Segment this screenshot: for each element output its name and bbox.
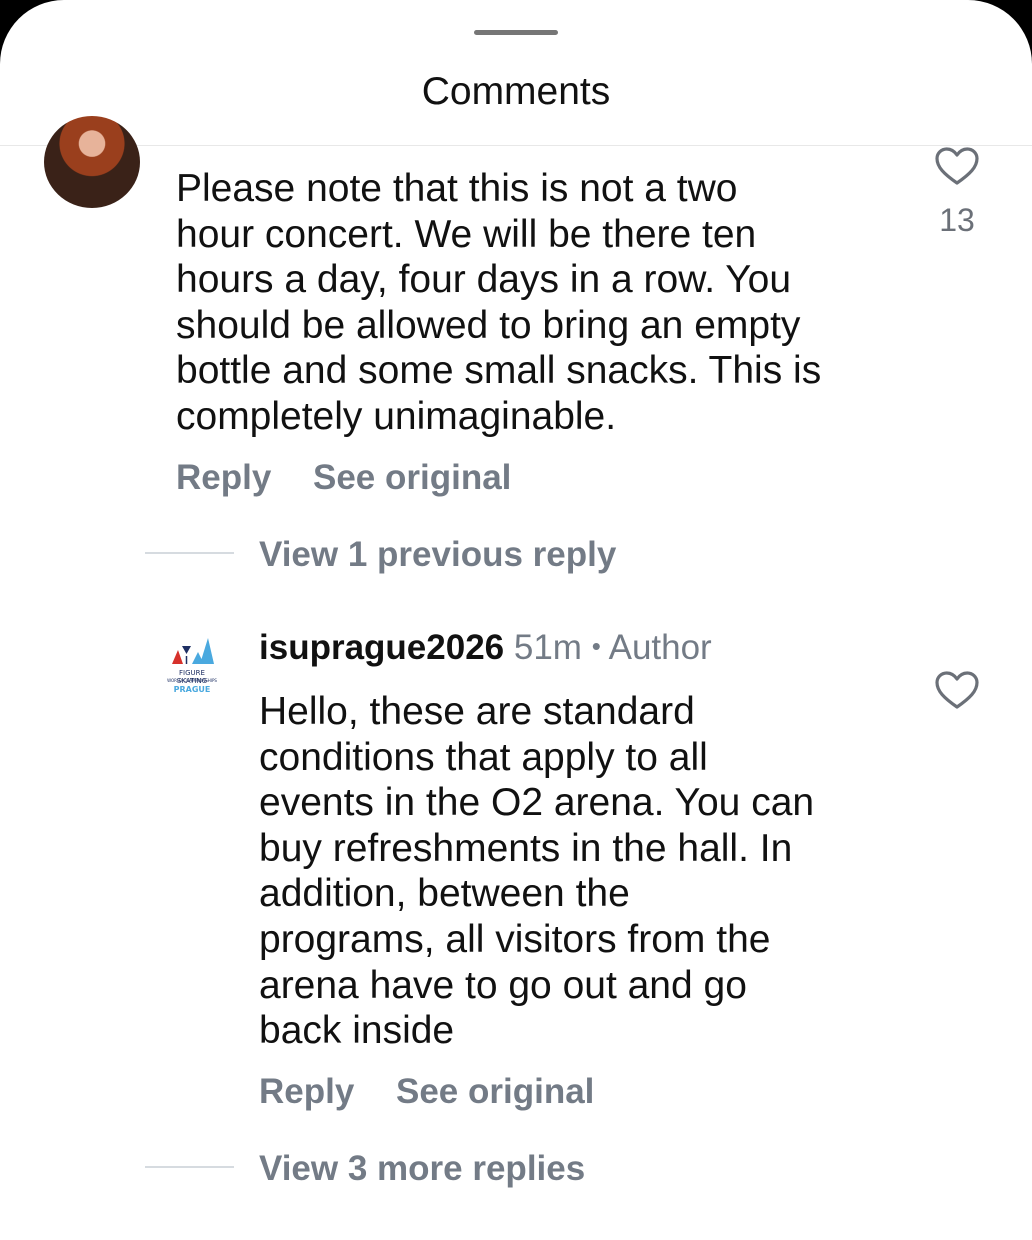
comment-meta: isuprague2026 51m • Author (259, 628, 712, 668)
avatar[interactable]: FIGURE SKATING WORLD CHAMPIONSHIPS PRAGU… (164, 634, 220, 700)
logo-text-line2: WORLD CHAMPIONSHIPS (167, 678, 217, 683)
meta-separator: • (591, 631, 601, 661)
reply-button[interactable]: Reply (176, 458, 271, 498)
timestamp: 51m (513, 628, 582, 667)
logo-text-line3: PRAGUE (173, 685, 211, 694)
comment-text: Please note that this is not a two hour … (176, 167, 822, 438)
comments-sheet: Comments Please note that this is not a … (0, 0, 1032, 1240)
heart-outline-icon[interactable] (934, 670, 980, 710)
like-count: 13 (939, 202, 975, 238)
sheet-title: Comments (421, 70, 611, 113)
thread-line (145, 1166, 234, 1168)
view-more-replies-link[interactable]: View 3 more replies (259, 1149, 585, 1189)
header-divider (0, 145, 1032, 146)
isu-logo-icon (172, 638, 214, 664)
heart-outline-icon[interactable] (934, 146, 980, 186)
thread-line (145, 552, 234, 554)
reply-button[interactable]: Reply (259, 1072, 354, 1112)
avatar[interactable] (44, 116, 140, 208)
view-previous-replies-link[interactable]: View 1 previous reply (259, 535, 616, 575)
drag-handle[interactable] (474, 30, 558, 35)
see-original-button[interactable]: See original (313, 458, 511, 498)
see-original-button[interactable]: See original (396, 1072, 594, 1112)
username[interactable]: isuprague2026 (259, 628, 504, 667)
comment-text: Hello, these are standard conditions tha… (259, 690, 815, 1053)
author-badge: Author (608, 628, 712, 667)
